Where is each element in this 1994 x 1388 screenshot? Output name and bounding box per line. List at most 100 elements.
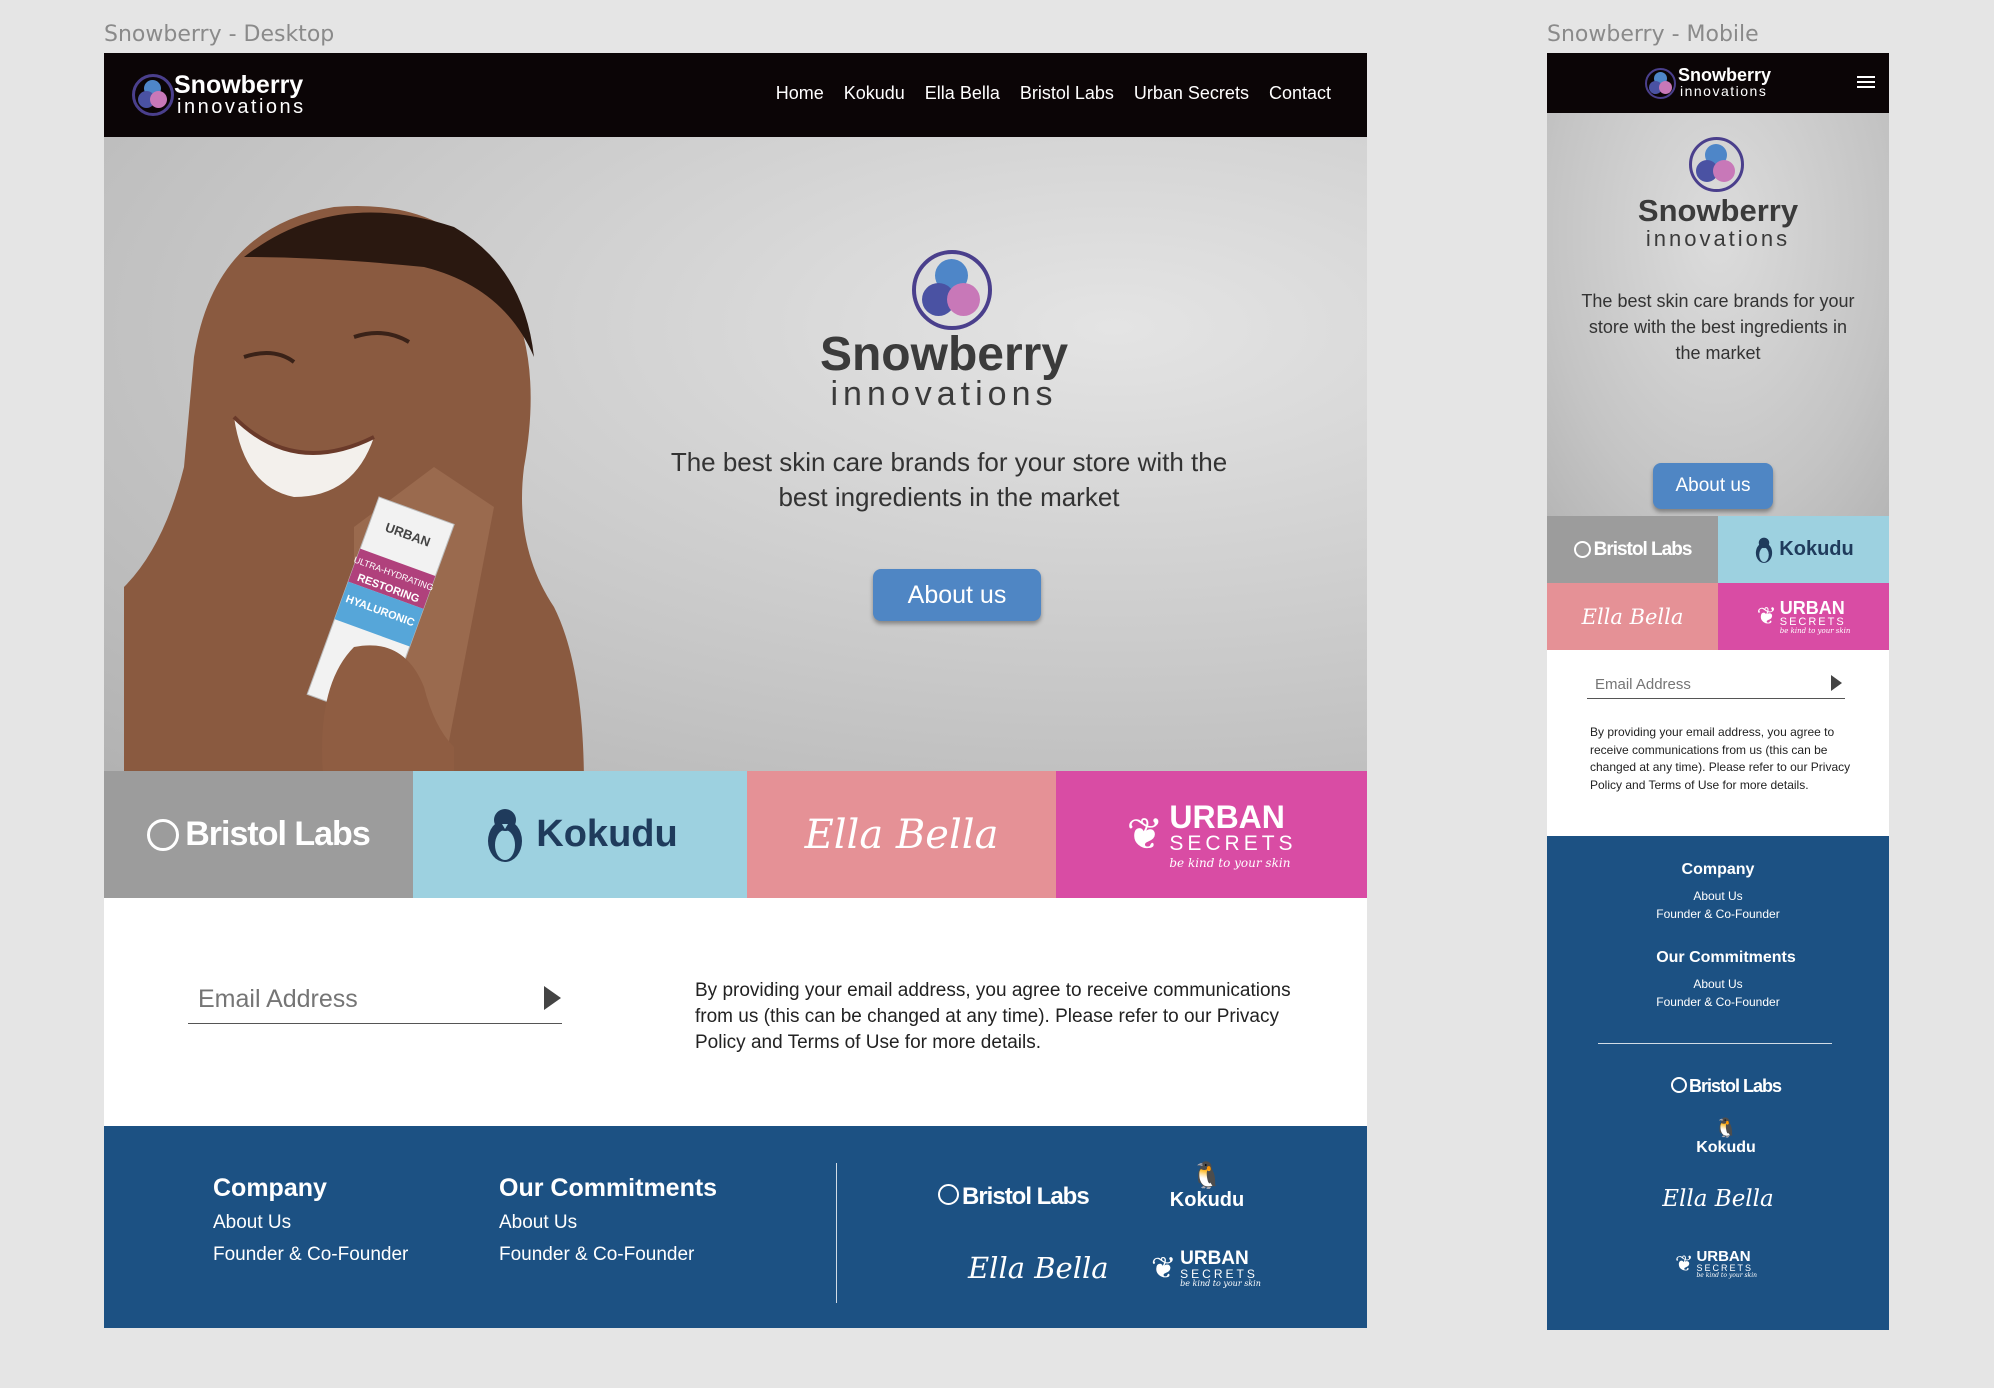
mobile-navbar: Snowberry innovations (1547, 53, 1889, 113)
footer-bristol-labs-text: Bristol Labs (962, 1183, 1090, 1210)
desktop-navbar: Snowberry innovations Home Kokudu Ella B… (104, 53, 1367, 137)
mobile-footer-bristol-labs-logo[interactable]: Bristol Labs (1555, 1076, 1889, 1097)
brand-tiles: Bristol Labs Kokudu Ella Bella ❦ URBAN S… (104, 771, 1367, 898)
mobile-bristol-labs-text: Bristol Labs (1593, 538, 1693, 560)
mobile-hero-logo-icon (1689, 137, 1744, 192)
mobile-legal-text: By providing your email address, you agr… (1590, 725, 1851, 792)
brand-subname: innovations (177, 96, 306, 118)
footer: Company About Us Founder & Co-Founder Ou… (104, 1126, 1367, 1328)
nav-bristol-labs[interactable]: Bristol Labs (1020, 83, 1114, 104)
mobile-hero: Snowberry innovations The best skin care… (1547, 113, 1889, 516)
footer-commitments-founder-link[interactable]: Founder & Co-Founder (499, 1244, 694, 1266)
hero-section: URBAN ULTRA-HYDRATING RESTORING HYALURON… (104, 137, 1367, 787)
penguin-icon: 🐧 (1714, 1118, 1738, 1139)
hero-model-image: URBAN ULTRA-HYDRATING RESTORING HYALURON… (124, 206, 584, 787)
mobile-footer-commitments-founder-link[interactable]: Founder & Co-Founder (1547, 995, 1889, 1009)
ella-bella-logo-text: Ella Bella (804, 811, 999, 858)
mobile-footer-company-about-link[interactable]: About Us (1547, 889, 1889, 903)
email-input[interactable] (196, 978, 520, 1020)
mobile-footer-kokudu-logo[interactable]: 🐧 Kokudu (1555, 1119, 1889, 1157)
mobile-footer-urban-text: URBAN (1696, 1248, 1751, 1265)
submit-arrow-icon[interactable] (544, 986, 561, 1010)
mobile-urban-tagline: be kind to your skin (1779, 626, 1851, 635)
tile-bristol-labs[interactable]: Bristol Labs (104, 771, 413, 898)
secrets-logo-text: SECRETS (1169, 831, 1297, 855)
footer-urban-tagline: be kind to your skin (1180, 1279, 1261, 1288)
hero-logo-icon (912, 250, 992, 330)
kokudu-logo-text: Kokudu (536, 813, 678, 855)
mobile-hero-brand-subname: innovations (1645, 226, 1791, 251)
mobile-tile-urban-secrets[interactable]: ❦ URBAN SECRETS be kind to your skin (1718, 583, 1889, 650)
flask-icon (938, 1184, 959, 1205)
mobile-frame-label: Snowberry - Mobile (1547, 22, 1759, 47)
main-menu: Home Kokudu Ella Bella Bristol Labs Urba… (756, 83, 1331, 104)
footer-urban-text: URBAN (1180, 1248, 1249, 1269)
mobile-tile-bristol-labs[interactable]: Bristol Labs (1547, 516, 1718, 583)
mobile-footer-bristol-labs-text: Bristol Labs (1688, 1076, 1782, 1096)
mobile-subscribe-section: By providing your email address, you agr… (1547, 650, 1889, 836)
mobile-footer-ella-bella-logo[interactable]: Ella Bella (1547, 1186, 1889, 1212)
flask-icon (1670, 1077, 1687, 1093)
nav-kokudu[interactable]: Kokudu (844, 83, 905, 104)
footer-kokudu-text: Kokudu (1169, 1189, 1245, 1211)
footer-company-about-link[interactable]: About Us (213, 1212, 291, 1234)
footer-ella-bella-logo[interactable]: Ella Bella (968, 1251, 1109, 1285)
footer-kokudu-logo[interactable]: 🐧 Kokudu (1157, 1161, 1257, 1212)
mobile-footer-kokudu-text: Kokudu (1696, 1139, 1756, 1156)
mobile-brand-subname: innovations (1680, 83, 1768, 99)
logo-icon[interactable] (132, 74, 174, 116)
mobile-footer-urban-tagline: be kind to your skin (1696, 1272, 1757, 1279)
mobile-hero-brand-name: Snowberry (1637, 193, 1799, 228)
legal-text: By providing your email address, you agr… (695, 980, 1291, 1053)
mobile-about-us-button[interactable]: About us (1653, 463, 1773, 509)
mobile-submit-arrow-icon[interactable] (1831, 675, 1842, 691)
flask-icon (1573, 541, 1591, 558)
footer-urban-secrets-logo[interactable]: ❦ URBAN SECRETS be kind to your skin (1151, 1249, 1261, 1288)
bristol-labs-logo-text: Bristol Labs (185, 815, 370, 853)
mobile-secrets-text: SECRETS (1779, 615, 1846, 628)
subscribe-section: By providing your email address, you agr… (104, 898, 1367, 1126)
penguin-icon (1756, 537, 1773, 563)
footer-commitments-heading: Our Commitments (499, 1174, 718, 1202)
mobile-footer-commitments-about-link[interactable]: About Us (1547, 977, 1889, 991)
mobile-tile-kokudu[interactable]: Kokudu (1718, 516, 1889, 583)
mobile-brand-tiles: Bristol Labs Kokudu Ella Bella ❦ URBAN S… (1547, 516, 1889, 650)
footer-company-founder-link[interactable]: Founder & Co-Founder (213, 1244, 408, 1266)
hamburger-icon[interactable] (1857, 76, 1875, 88)
mobile-hero-tagline: The best skin care brands for your store… (1581, 291, 1855, 363)
tree-icon: ❦ (1151, 1252, 1177, 1285)
tree-icon: ❦ (1756, 603, 1777, 630)
nav-contact[interactable]: Contact (1269, 83, 1331, 104)
urban-tagline: be kind to your skin (1169, 855, 1291, 870)
mobile-logo-icon[interactable] (1645, 68, 1676, 99)
tile-urban-secrets[interactable]: ❦ URBAN SECRETS be kind to your skin (1056, 771, 1367, 898)
about-us-button[interactable]: About us (873, 569, 1041, 621)
tree-icon: ❦ (1126, 810, 1164, 859)
tile-ella-bella[interactable]: Ella Bella (747, 771, 1056, 898)
mobile-artboard: Snowberry innovations Snowberry innovati… (1547, 53, 1889, 1330)
mobile-footer-commitments-heading: Our Commitments (1656, 949, 1796, 966)
urban-logo-text: URBAN (1169, 798, 1285, 835)
footer-divider (836, 1163, 837, 1303)
mobile-footer-divider (1598, 1043, 1832, 1044)
hero-brand-name: Snowberry (819, 328, 1069, 381)
footer-commitments-about-link[interactable]: About Us (499, 1212, 577, 1234)
desktop-frame-label: Snowberry - Desktop (104, 22, 335, 47)
nav-urban-secrets[interactable]: Urban Secrets (1134, 83, 1249, 104)
email-field-wrapper (188, 978, 562, 1024)
mobile-tile-ella-bella[interactable]: Ella Bella (1547, 583, 1718, 650)
mobile-kokudu-text: Kokudu (1779, 538, 1854, 560)
tile-kokudu[interactable]: Kokudu (413, 771, 747, 898)
nav-home[interactable]: Home (776, 83, 824, 104)
mobile-email-input[interactable] (1593, 670, 1817, 698)
mobile-footer-urban-secrets-logo[interactable]: ❦ URBAN SECRETS be kind to your skin (1675, 1249, 1757, 1279)
flask-icon (147, 818, 180, 851)
mobile-urban-text: URBAN (1779, 597, 1845, 618)
mobile-footer-company-heading: Company (1681, 861, 1755, 878)
penguin-icon: 🐧 (1190, 1160, 1224, 1190)
mobile-footer-company-founder-link[interactable]: Founder & Co-Founder (1547, 907, 1889, 921)
hero-tagline: The best skin care brands for your store… (670, 447, 1228, 512)
nav-ella-bella[interactable]: Ella Bella (925, 83, 1000, 104)
footer-bristol-labs-logo[interactable]: Bristol Labs (938, 1183, 1090, 1211)
mobile-footer: Company About Us Founder & Co-Founder Ou… (1547, 836, 1889, 1330)
